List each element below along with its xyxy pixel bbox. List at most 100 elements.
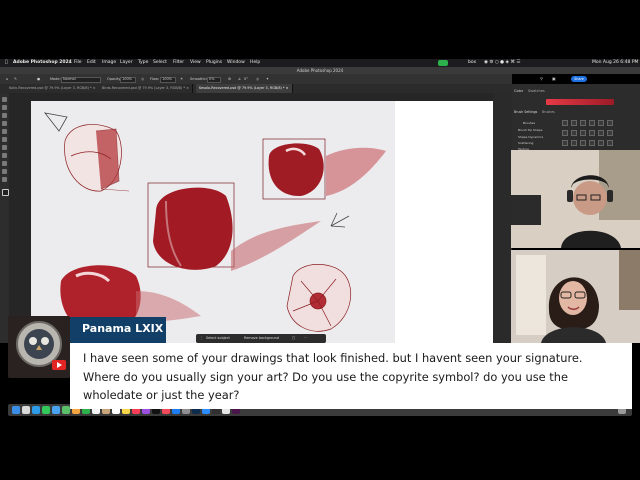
workspace-icon[interactable]: ▣ [552,76,556,81]
brush-preset-tile[interactable] [580,120,586,126]
remove-background-button[interactable]: Remove background [244,334,279,343]
brush-preset-tile[interactable] [562,120,568,126]
more-options-icon[interactable]: ⋯ [304,334,307,343]
menu-plugins[interactable]: Plugins [206,59,222,67]
brush-row-shape-dynamics[interactable]: Shape Dynamics [518,135,543,139]
tab-brush-settings[interactable]: Brush Settings [514,110,537,114]
contextual-task-bar: ⋮ Select subject Remove background ▢ ⋯ [196,334,326,343]
brush-preset-icon[interactable]: ✎ [14,74,17,84]
foreground-color-icon[interactable] [2,189,9,196]
airbrush-icon[interactable]: ☀ [180,74,183,84]
brush-preset-tile[interactable] [580,140,586,146]
search-icon[interactable]: ⚲ [540,76,543,81]
menu-layer[interactable]: Layer [120,59,133,67]
brush-preset-tile[interactable] [607,130,613,136]
zoom-tool-icon[interactable] [2,177,7,182]
menu-type[interactable]: Type [138,59,148,67]
move-tool-icon[interactable] [2,97,7,102]
menu-image[interactable]: Image [102,59,116,67]
marquee-tool-icon[interactable] [2,105,7,110]
mail-icon[interactable] [52,406,60,414]
maps-icon[interactable] [62,406,70,414]
webcam-presenter-1 [511,150,640,248]
tab-swatches[interactable]: Swatches [528,89,545,93]
macos-menu-bar:  Adobe Photoshop 2024 File Edit Image L… [0,59,640,67]
menu-help[interactable]: Help [250,59,260,67]
brush-tool-icon[interactable] [2,137,7,142]
brush-preset-tile[interactable] [589,120,595,126]
photoshop-window-title: Adobe Photoshop 2024 [0,67,640,74]
home-icon[interactable]: ⌂ [6,74,8,84]
brush-preset-tile[interactable] [562,130,568,136]
status-icons[interactable]: ◉ ⚙ ○ ● ◈ ⌘ ☰ [484,59,520,67]
eraser-tool-icon[interactable] [2,145,7,150]
tab-kolin[interactable]: Kolin-Recovered.psd @ 79.9% (Layer 3, RG… [6,84,100,93]
share-button[interactable]: Share [571,76,587,82]
menu-file[interactable]: File [74,59,82,67]
brush-preset-tile[interactable] [580,130,586,136]
menu-view[interactable]: View [190,59,201,67]
chat-author-avatar [8,316,70,378]
drawing-canvas[interactable] [31,101,395,343]
mode-value: Normal [63,77,76,81]
color-picker[interactable] [546,99,614,105]
brush-preset-tile[interactable] [598,130,604,136]
brush-preset-tile[interactable] [589,130,595,136]
hand-tool-icon[interactable] [2,169,7,174]
menubar-clock[interactable]: Mon Aug 26 6:48 PM [592,59,638,67]
gradient-tool-icon[interactable] [2,153,7,158]
apple-menu-icon[interactable]:  [5,59,8,67]
brush-preset-tile[interactable] [562,140,568,146]
launchpad-icon[interactable] [22,406,30,414]
brush-preset-tile[interactable] [598,140,604,146]
chat-author-name: Panama LXIX [82,322,164,335]
tab-kesolo[interactable]: Kesolo-Recovered.psd @ 79.9% (Layer 3, R… [196,84,293,93]
drag-handle-icon[interactable]: ⋮ [200,334,203,343]
brush-preset-tile[interactable] [571,130,577,136]
symmetry-icon[interactable]: ✦ [266,74,269,84]
finder-icon[interactable] [12,406,20,414]
brush-row-scattering[interactable]: Scattering [518,141,533,145]
white-canvas-margin [395,101,493,343]
smoothing-settings-icon[interactable]: ⚙ [228,74,231,84]
messages-icon[interactable] [42,406,50,414]
mode-label: Mode: [50,77,61,81]
brush-preset-tile[interactable] [571,140,577,146]
lasso-tool-icon[interactable] [2,113,7,118]
pepper-sketches-image [44,112,386,337]
brush-row-tip-shape[interactable]: Brush Tip Shape [518,128,542,132]
menu-select[interactable]: Select [153,59,167,67]
menu-filter[interactable]: Filter [173,59,184,67]
transform-icon[interactable]: ▢ [292,334,295,343]
crop-tool-icon[interactable] [2,121,7,126]
app-menu-photoshop[interactable]: Adobe Photoshop 2024 [13,59,72,67]
flow-value: 100% [162,77,173,81]
type-tool-icon[interactable] [2,161,7,166]
angle-value[interactable]: 0° [244,74,248,84]
brush-preset-tile[interactable] [571,120,577,126]
brush-size-icon[interactable]: ● [37,74,40,84]
tab-birds[interactable]: Birds-Recovered.psd @ 79.9% (Layer 3, RG… [99,84,193,93]
brush-preset-tile[interactable] [607,120,613,126]
recording-indicator-icon[interactable] [438,60,448,66]
menu-edit[interactable]: Edit [87,59,96,67]
pressure-opacity-icon[interactable]: ◎ [141,74,144,84]
webcam-presenter-2 [511,250,640,343]
select-subject-button[interactable]: Select subject [206,334,230,343]
brush-preset-tile[interactable] [589,140,595,146]
owl-emblem-icon [8,316,70,378]
pressure-size-icon[interactable]: ◎ [256,74,259,84]
brush-row-brushes[interactable]: Brushes [523,121,535,125]
arrow-sketch-right [330,212,350,228]
angle-icon[interactable]: ∠ [238,74,241,84]
tab-label: Kolin-Recovered.psd @ 79.9% (Layer 3, RG… [9,86,92,90]
pepper-sketch-center [147,182,321,271]
safari-icon[interactable] [32,406,40,414]
brush-preset-tile[interactable] [598,120,604,126]
menu-window[interactable]: Window [227,59,245,67]
tab-brushes[interactable]: Brushes [542,110,555,114]
tab-color[interactable]: Color [514,89,523,93]
eyedropper-tool-icon[interactable] [2,129,7,134]
brush-preset-tile[interactable] [607,140,613,146]
box-icon[interactable]: box [468,59,476,67]
